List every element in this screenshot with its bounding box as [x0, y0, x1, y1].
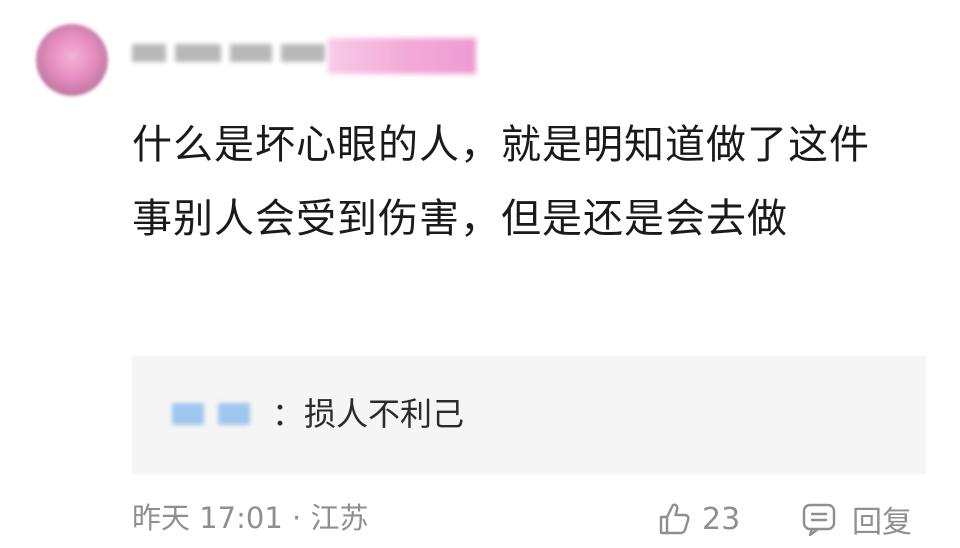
reply-text: ：损人不利己 — [272, 390, 464, 438]
comment-meta: 昨天 17:01 · 江苏 — [132, 501, 369, 535]
reply-author-blur-2 — [218, 403, 250, 425]
username-blur-4 — [281, 44, 325, 62]
reply-label: 回复 — [852, 505, 912, 540]
reply-author-blur-1 — [172, 403, 204, 425]
reply-body: 损人不利己 — [304, 395, 465, 433]
comment-content: 什么是坏心眼的人，就是明知道做了这件事别人会受到伤害，但是还是会去做 — [132, 122, 870, 242]
reply-box[interactable]: ：损人不利己 — [132, 356, 926, 474]
username[interactable] — [132, 38, 332, 68]
reply-separator: ： — [272, 395, 305, 433]
avatar[interactable] — [36, 24, 108, 96]
username-blur-2 — [175, 44, 221, 62]
user-badge — [328, 38, 476, 74]
thumbs-up-icon — [654, 500, 692, 538]
reply-button[interactable]: 回复 — [800, 496, 912, 542]
username-blur-3 — [230, 44, 272, 62]
username-blur-1 — [132, 44, 166, 62]
comment-icon — [800, 500, 838, 538]
reply-author[interactable] — [172, 396, 264, 432]
like-count: 23 — [702, 501, 741, 537]
like-button[interactable]: 23 — [654, 496, 740, 542]
